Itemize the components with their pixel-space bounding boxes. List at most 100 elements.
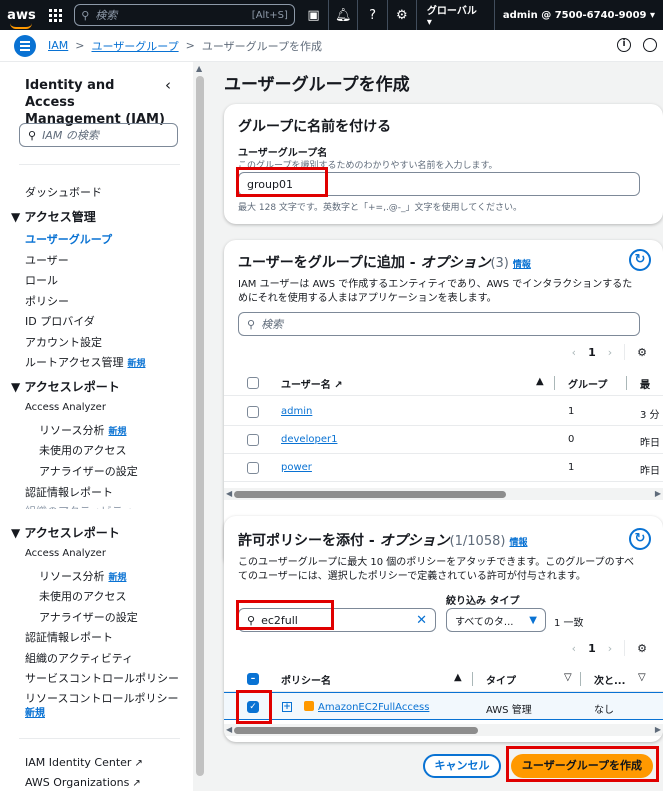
sidebar-item-roles[interactable]: ロール	[25, 272, 58, 288]
sidebar-item-scp[interactable]: サービスコントロールポリシー	[25, 670, 179, 686]
sidebar-item-policies[interactable]: ポリシー	[25, 293, 69, 309]
sidebar-item-access-analyzer[interactable]: Access Analyzer	[25, 402, 106, 413]
clear-icon[interactable]: ✕	[416, 613, 427, 628]
sidebar-item-user-groups[interactable]: ユーザーグループ	[25, 231, 112, 247]
select-all-checkbox[interactable]	[247, 377, 259, 389]
table-row[interactable]: power 1 昨日	[224, 454, 663, 482]
sort-icon[interactable]: ▽	[638, 672, 646, 683]
table-row[interactable]: admin 1 3 分	[224, 398, 663, 426]
prev-page-icon[interactable]: ‹	[572, 346, 576, 359]
user-link[interactable]: developer1	[281, 434, 337, 445]
info-icon[interactable]: i	[617, 38, 631, 52]
users-table-scrollbar[interactable]: ◀ ▶	[224, 488, 663, 500]
policy-search-input[interactable]: ⚲ ec2full ✕	[238, 608, 436, 632]
services-grid-icon[interactable]	[43, 8, 68, 22]
column-used-as[interactable]: 次と...	[594, 672, 625, 687]
row-checkbox[interactable]	[247, 406, 259, 418]
sidebar-item-root-access[interactable]: ルートアクセス管理 新規	[25, 354, 145, 370]
sidebar-item-analyzer-settings[interactable]: アナライザーの設定	[39, 463, 138, 479]
sidebar-section-access-reports-2[interactable]: ▼ アクセスレポート	[11, 524, 120, 541]
table-row[interactable]: developer1 0 昨日	[224, 426, 663, 454]
select-all-checkbox[interactable]: –	[247, 673, 259, 685]
breadcrumb-user-groups[interactable]: ユーザーグループ	[91, 38, 178, 54]
row-checkbox[interactable]	[247, 462, 259, 474]
sidebar-section-access-reports[interactable]: ▼ アクセスレポート	[11, 378, 120, 395]
column-policy-name[interactable]: ポリシー名	[281, 672, 331, 687]
user-link[interactable]: admin	[281, 406, 312, 417]
create-user-group-button[interactable]: ユーザーグループを作成	[511, 754, 653, 778]
scroll-right-icon[interactable]: ▶	[655, 489, 661, 498]
scrollbar-thumb[interactable]	[196, 76, 204, 776]
refresh-icon[interactable]: ↻	[629, 528, 651, 550]
sidebar-item-identity-center[interactable]: IAM Identity Center ↗	[25, 756, 143, 769]
new-badge: 新規	[127, 359, 146, 369]
sidebar-item-access-analyzer-2[interactable]: Access Analyzer	[25, 548, 106, 559]
region-selector[interactable]: グローバル ▾	[415, 0, 494, 30]
info-link[interactable]: 情報	[513, 260, 531, 270]
sidebar-item-unused-access-2[interactable]: 未使用のアクセス	[39, 588, 126, 604]
cancel-button[interactable]: キャンセル	[423, 754, 501, 778]
sidebar-item-users[interactable]: ユーザー	[25, 252, 69, 268]
scroll-left-icon[interactable]: ◀	[226, 489, 232, 498]
sidebar-item-account-settings[interactable]: アカウント設定	[25, 334, 102, 350]
sort-asc-icon[interactable]: ▲	[536, 376, 544, 387]
next-page-icon[interactable]: ›	[608, 346, 612, 359]
scrollbar-thumb[interactable]	[234, 727, 478, 734]
scroll-up-icon[interactable]: ▲	[196, 64, 202, 73]
collapse-icon[interactable]: ‹	[165, 76, 171, 94]
sidebar-search-input[interactable]: ⚲ IAM の検索	[19, 123, 178, 147]
row-checkbox[interactable]: ✓	[247, 701, 259, 713]
notifications-icon[interactable]: 🔔︎	[328, 0, 357, 30]
table-row[interactable]: ✓ + AmazonEC2FullAccess AWS 管理 なし	[224, 692, 663, 720]
sidebar-item-dashboard[interactable]: ダッシュボード	[25, 184, 102, 200]
sidebar-item-id-providers[interactable]: ID プロバイダ	[25, 313, 95, 329]
users-search-input[interactable]: ⚲ 検索	[238, 312, 640, 336]
prev-page-icon[interactable]: ‹	[572, 642, 576, 655]
sidebar-item-unused-access[interactable]: 未使用のアクセス	[39, 442, 126, 458]
expand-icon[interactable]: +	[282, 701, 292, 712]
sort-icon[interactable]: ▽	[564, 672, 572, 683]
next-page-icon[interactable]: ›	[608, 642, 612, 655]
help-icon[interactable]: ?	[357, 0, 386, 30]
sidebar-item-resource-analysis-2[interactable]: リソース分析 新規	[39, 568, 126, 584]
row-checkbox[interactable]	[247, 434, 259, 446]
scrollbar-thumb[interactable]	[234, 491, 506, 498]
breadcrumb-iam[interactable]: IAM	[48, 39, 68, 52]
filter-type-select[interactable]: すべてのタ... ▼	[446, 608, 546, 632]
menu-icon[interactable]	[14, 34, 36, 57]
sidebar-section-access-mgmt[interactable]: ▼ アクセス管理	[11, 208, 96, 225]
gear-icon[interactable]: ⚙	[386, 0, 416, 30]
chevron-right-icon: >	[185, 39, 195, 52]
aws-logo[interactable]: aws	[0, 8, 43, 29]
sidebar-scrollbar[interactable]: ▲	[193, 62, 207, 791]
column-type[interactable]: タイプ	[486, 672, 516, 687]
policies-table-scrollbar[interactable]: ◀ ▶	[224, 724, 663, 736]
policy-name-cell[interactable]: AmazonEC2FullAccess	[304, 701, 429, 713]
gear-icon[interactable]: ⚙	[637, 642, 647, 655]
cloudshell-icon[interactable]: ▣	[299, 0, 328, 30]
page-number[interactable]: 1	[588, 346, 596, 359]
scroll-right-icon[interactable]: ▶	[655, 725, 661, 734]
sidebar-item-rcp[interactable]: リソースコントロールポリシー	[25, 690, 178, 706]
refresh-icon[interactable]: ↻	[629, 249, 651, 271]
column-last-activity[interactable]: 最	[640, 376, 650, 391]
gear-icon[interactable]: ⚙	[637, 346, 647, 359]
user-link[interactable]: power	[281, 462, 312, 473]
sidebar-item-analyzer-settings-2[interactable]: アナライザーの設定	[39, 609, 138, 625]
sidebar-item-credential-report[interactable]: 認証情報レポート	[25, 484, 113, 500]
settings-icon[interactable]	[643, 38, 657, 52]
sidebar-item-resource-analysis[interactable]: リソース分析 新規	[39, 422, 126, 438]
column-groups[interactable]: グループ	[568, 376, 607, 391]
info-link[interactable]: 情報	[509, 538, 527, 548]
global-search-input[interactable]: ⚲ 検索 [Alt+S]	[74, 4, 295, 26]
page-number[interactable]: 1	[588, 642, 596, 655]
sidebar-item-organizations[interactable]: AWS Organizations ↗	[25, 776, 141, 789]
sidebar-item-credential-report-2[interactable]: 認証情報レポート	[25, 629, 113, 645]
scroll-left-icon[interactable]: ◀	[226, 725, 232, 734]
group-name-input[interactable]: group01	[238, 172, 640, 196]
account-menu[interactable]: admin @ 7500-6740-9009 ▾	[493, 0, 663, 30]
sidebar-item-org-activity[interactable]: 組織のアクティビティ	[25, 650, 133, 666]
sort-asc-icon[interactable]: ▲	[454, 672, 462, 683]
column-username[interactable]: ユーザー名 ↗	[281, 376, 343, 391]
policy-link[interactable]: AmazonEC2FullAccess	[318, 702, 429, 713]
